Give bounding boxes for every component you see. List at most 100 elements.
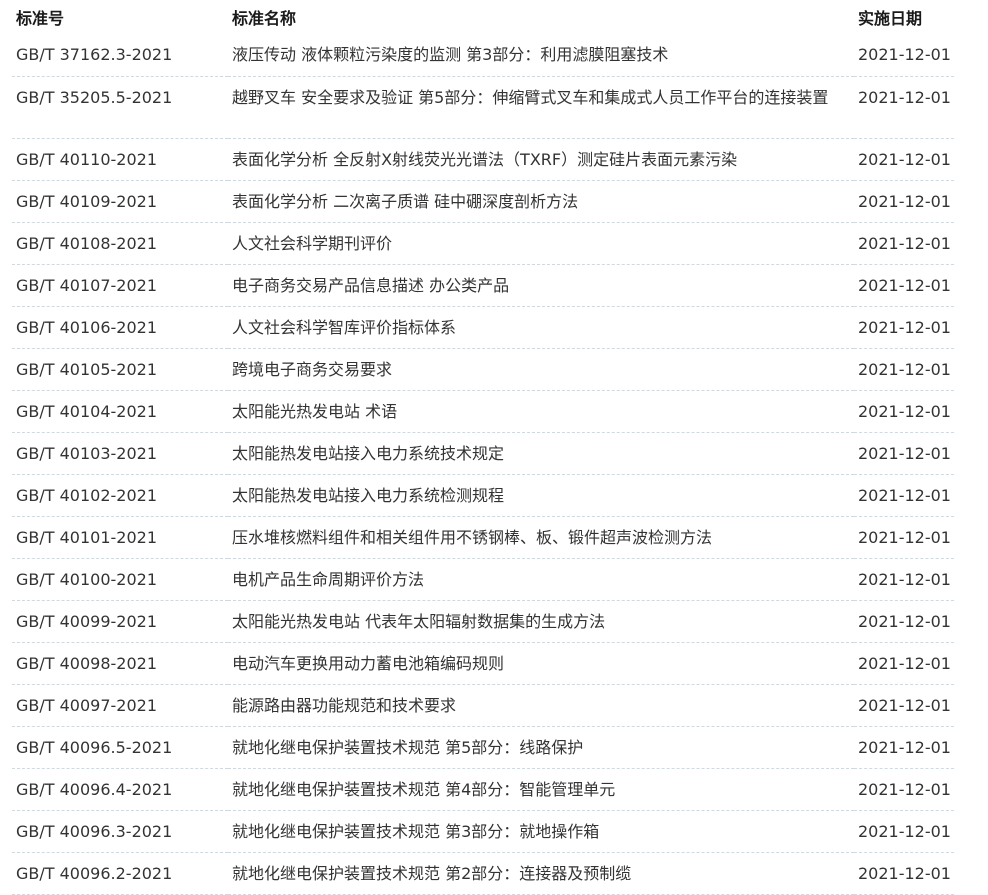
implementation-date: 2021-12-01 [858,779,951,799]
standard-code: GB/T 40097-2021 [16,695,158,715]
standard-name-link[interactable]: 太阳能光热发电站 代表年太阳辐射数据集的生成方法 [232,601,854,637]
standard-name-link[interactable]: 太阳能热发电站接入电力系统检测规程 [232,475,854,511]
implementation-date: 2021-12-01 [858,45,951,64]
table-row[interactable]: GB/T 40096.4-2021 就地化继电保护装置技术规范 第4部分：智能管理… [12,768,954,811]
implementation-date-cell: 2021-12-01 [854,558,954,601]
standard-code: GB/T 40096.5-2021 [16,737,173,757]
standard-name-cell: 越野叉车 安全要求及验证 第5部分：伸缩臂式叉车和集成式人员工作平台的连接装置 [228,76,854,139]
standard-name-link[interactable]: 越野叉车 安全要求及验证 第5部分：伸缩臂式叉车和集成式人员工作平台的连接装置 [232,77,854,113]
table-row[interactable]: GB/T 40103-2021 太阳能热发电站接入电力系统技术规定 2021-12-… [12,432,954,475]
table-row[interactable]: GB/T 40106-2021 人文社会科学智库评价指标体系 2021-12-01 [12,306,954,349]
standard-name-cell: 人文社会科学智库评价指标体系 [228,306,854,349]
standard-name-cell: 电动汽车更换用动力蓄电池箱编码规则 [228,642,854,685]
table-row[interactable]: GB/T 37162.3-2021 液压传动 液体颗粒污染度的监测 第3部分：利用… [12,34,954,77]
implementation-date: 2021-12-01 [858,317,951,337]
standard-name-cell: 压水堆核燃料组件和相关组件用不锈钢棒、板、锻件超声波检测方法 [228,516,854,559]
standard-code-cell: GB/T 40106-2021 [12,306,228,349]
implementation-date-cell: 2021-12-01 [854,852,954,895]
standard-code: GB/T 40102-2021 [16,485,158,505]
standard-name-link[interactable]: 人文社会科学智库评价指标体系 [232,307,854,343]
implementation-date-cell: 2021-12-01 [854,474,954,517]
table-row[interactable]: GB/T 40102-2021 太阳能热发电站接入电力系统检测规程 2021-12-… [12,474,954,517]
standard-name-link[interactable]: 跨境电子商务交易要求 [232,349,854,385]
standard-name-link[interactable]: 表面化学分析 全反射X射线荧光光谱法（TXRF）测定硅片表面元素污染 [232,139,854,175]
standard-code: GB/T 40101-2021 [16,527,158,547]
implementation-date-cell: 2021-12-01 [854,516,954,559]
implementation-date: 2021-12-01 [858,821,951,841]
standard-code: GB/T 40107-2021 [16,275,158,295]
implementation-date-cell: 2021-12-01 [854,768,954,811]
table-row[interactable]: GB/T 40096.5-2021 就地化继电保护装置技术规范 第5部分：线路保护… [12,726,954,769]
standard-code: GB/T 40096.4-2021 [16,779,173,799]
table-row[interactable]: GB/T 40096.3-2021 就地化继电保护装置技术规范 第3部分：就地操作… [12,810,954,853]
standard-name-link[interactable]: 电机产品生命周期评价方法 [232,559,854,595]
standard-name-link[interactable]: 液压传动 液体颗粒污染度的监测 第3部分：利用滤膜阻塞技术 [232,34,854,70]
table-row[interactable]: GB/T 40099-2021 太阳能光热发电站 代表年太阳辐射数据集的生成方法 2… [12,600,954,643]
table-row[interactable]: GB/T 35205.5-2021 越野叉车 安全要求及验证 第5部分：伸缩臂式叉… [12,76,954,139]
standard-name-link[interactable]: 太阳能光热发电站 术语 [232,391,854,427]
standard-code-cell: GB/T 40102-2021 [12,474,228,517]
standard-name-link[interactable]: 表面化学分析 二次离子质谱 硅中硼深度剖析方法 [232,181,854,217]
standard-name-link[interactable]: 就地化继电保护装置技术规范 第5部分：线路保护 [232,727,854,763]
standard-code-cell: GB/T 35205.5-2021 [12,76,228,139]
table-body: GB/T 37162.3-2021 液压传动 液体颗粒污染度的监测 第3部分：利用… [12,34,954,895]
standard-name-link[interactable]: 就地化继电保护装置技术规范 第2部分：连接器及预制缆 [232,853,854,889]
implementation-date: 2021-12-01 [858,485,951,505]
standard-name-link[interactable]: 压水堆核燃料组件和相关组件用不锈钢棒、板、锻件超声波检测方法 [232,517,854,553]
standard-code-cell: GB/T 37162.3-2021 [12,34,228,77]
table-row[interactable]: GB/T 40098-2021 电动汽车更换用动力蓄电池箱编码规则 2021-12-… [12,642,954,685]
table-row[interactable]: GB/T 40108-2021 人文社会科学期刊评价 2021-12-01 [12,222,954,265]
standard-code-cell: GB/T 40096.2-2021 [12,852,228,895]
standard-name-link[interactable]: 太阳能热发电站接入电力系统技术规定 [232,433,854,469]
standard-name-link[interactable]: 电子商务交易产品信息描述 办公类产品 [232,265,854,301]
standard-code-cell: GB/T 40104-2021 [12,390,228,433]
standard-name-cell: 太阳能光热发电站 术语 [228,390,854,433]
implementation-date: 2021-12-01 [858,737,951,757]
standard-code: GB/T 40110-2021 [16,149,158,169]
implementation-date: 2021-12-01 [858,443,951,463]
implementation-date-cell: 2021-12-01 [854,600,954,643]
standard-name-cell: 人文社会科学期刊评价 [228,222,854,265]
table-row[interactable]: GB/T 40107-2021 电子商务交易产品信息描述 办公类产品 2021-12… [12,264,954,307]
standard-code-cell: GB/T 40096.4-2021 [12,768,228,811]
standard-name-link[interactable]: 就地化继电保护装置技术规范 第3部分：就地操作箱 [232,811,854,847]
table-header: 标准号 标准名称 实施日期 [12,0,954,34]
implementation-date-cell: 2021-12-01 [854,138,954,181]
standard-name-link[interactable]: 人文社会科学期刊评价 [232,223,854,259]
standard-name-link[interactable]: 电动汽车更换用动力蓄电池箱编码规则 [232,643,854,679]
standard-code-cell: GB/T 40110-2021 [12,138,228,181]
standard-code: GB/T 40105-2021 [16,359,158,379]
standard-code: GB/T 40103-2021 [16,443,158,463]
standard-code-cell: GB/T 40100-2021 [12,558,228,601]
standard-code: GB/T 40108-2021 [16,233,158,253]
standard-name-link[interactable]: 能源路由器功能规范和技术要求 [232,685,854,721]
implementation-date: 2021-12-01 [858,863,951,883]
standard-code-cell: GB/T 40107-2021 [12,264,228,307]
table-row[interactable]: GB/T 40101-2021 压水堆核燃料组件和相关组件用不锈钢棒、板、锻件超声… [12,516,954,559]
table-row[interactable]: GB/T 40110-2021 表面化学分析 全反射X射线荧光光谱法（TXRF）测… [12,138,954,181]
standard-code-cell: GB/T 40099-2021 [12,600,228,643]
standard-code-cell: GB/T 40097-2021 [12,684,228,727]
implementation-date: 2021-12-01 [858,527,951,547]
standard-code: GB/T 37162.3-2021 [16,45,173,64]
implementation-date: 2021-12-01 [858,233,951,253]
standard-code: GB/T 40099-2021 [16,611,158,631]
standard-name-link[interactable]: 就地化继电保护装置技术规范 第4部分：智能管理单元 [232,769,854,805]
standard-name-cell: 电子商务交易产品信息描述 办公类产品 [228,264,854,307]
standard-name-cell: 就地化继电保护装置技术规范 第4部分：智能管理单元 [228,768,854,811]
table-row[interactable]: GB/T 40100-2021 电机产品生命周期评价方法 2021-12-01 [12,558,954,601]
header-date: 实施日期 [858,9,923,28]
table-row[interactable]: GB/T 40104-2021 太阳能光热发电站 术语 2021-12-01 [12,390,954,433]
table-row[interactable]: GB/T 40105-2021 跨境电子商务交易要求 2021-12-01 [12,348,954,391]
table-row[interactable]: GB/T 40097-2021 能源路由器功能规范和技术要求 2021-12-01 [12,684,954,727]
standard-name-cell: 表面化学分析 全反射X射线荧光光谱法（TXRF）测定硅片表面元素污染 [228,138,854,181]
table-row[interactable]: GB/T 40109-2021 表面化学分析 二次离子质谱 硅中硼深度剖析方法 20… [12,180,954,223]
implementation-date-cell: 2021-12-01 [854,180,954,223]
implementation-date: 2021-12-01 [858,695,951,715]
implementation-date-cell: 2021-12-01 [854,726,954,769]
header-code: 标准号 [16,9,65,28]
standard-code: GB/T 35205.5-2021 [16,87,173,107]
header-name: 标准名称 [232,9,297,28]
implementation-date-cell: 2021-12-01 [854,76,954,139]
table-row[interactable]: GB/T 40096.2-2021 就地化继电保护装置技术规范 第2部分：连接器及… [12,852,954,895]
